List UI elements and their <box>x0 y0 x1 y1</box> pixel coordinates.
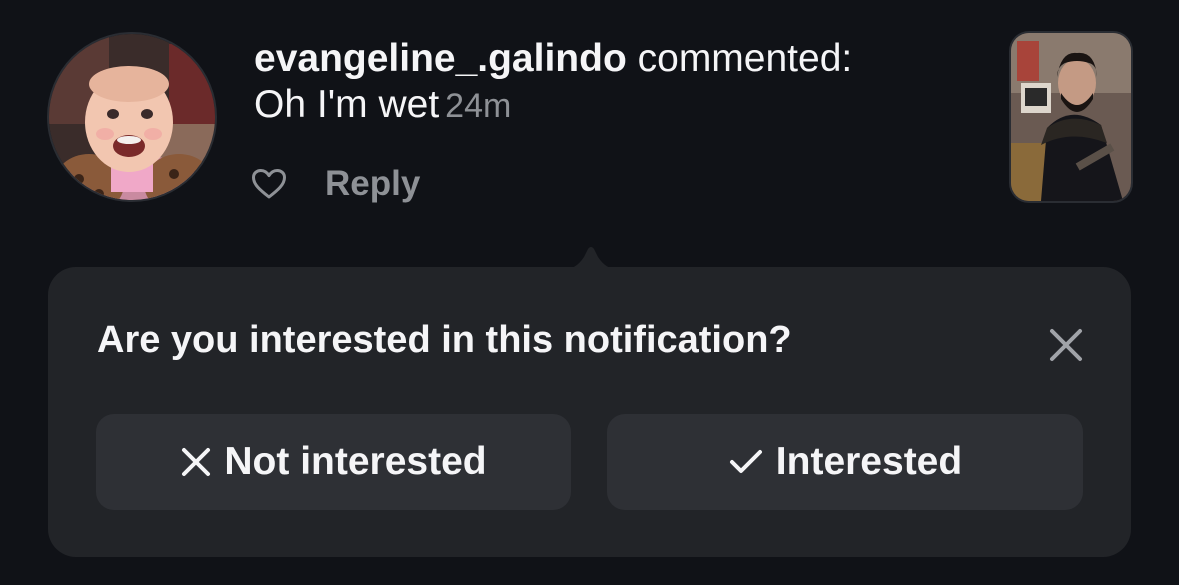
post-thumbnail[interactable] <box>1011 33 1131 201</box>
interested-button[interactable]: Interested <box>607 414 1083 510</box>
comment-line: Oh I'm wet 24m <box>254 82 954 129</box>
heart-outline-icon <box>252 169 286 199</box>
notification-headline: evangeline_.galindo commented: <box>254 36 954 82</box>
notification-text: evangeline_.galindo commented: Oh I'm we… <box>254 36 954 129</box>
avatar-photo <box>49 34 215 200</box>
feedback-question: Are you interested in this notification? <box>97 319 792 361</box>
interested-label: Interested <box>775 440 963 483</box>
close-icon <box>1050 329 1082 361</box>
avatar[interactable] <box>49 34 215 200</box>
notification-screen: evangeline_.galindo commented: Oh I'm we… <box>0 0 1179 585</box>
post-thumbnail-image <box>1011 33 1131 201</box>
comment-actions: Reply <box>250 160 420 208</box>
close-button[interactable] <box>1046 325 1086 365</box>
checkmark-icon <box>728 448 764 476</box>
username[interactable]: evangeline_.galindo <box>254 37 627 80</box>
x-icon <box>180 446 212 478</box>
not-interested-button[interactable]: Not interested <box>96 414 571 510</box>
reply-button[interactable]: Reply <box>325 164 420 204</box>
not-interested-label: Not interested <box>224 440 487 483</box>
notification-action: commented: <box>637 37 853 80</box>
timestamp: 24m <box>445 87 512 125</box>
popover-arrow <box>566 247 616 269</box>
comment-text: Oh I'm wet <box>254 83 440 126</box>
like-button[interactable] <box>250 165 288 203</box>
feedback-popover: Are you interested in this notification?… <box>48 267 1131 557</box>
